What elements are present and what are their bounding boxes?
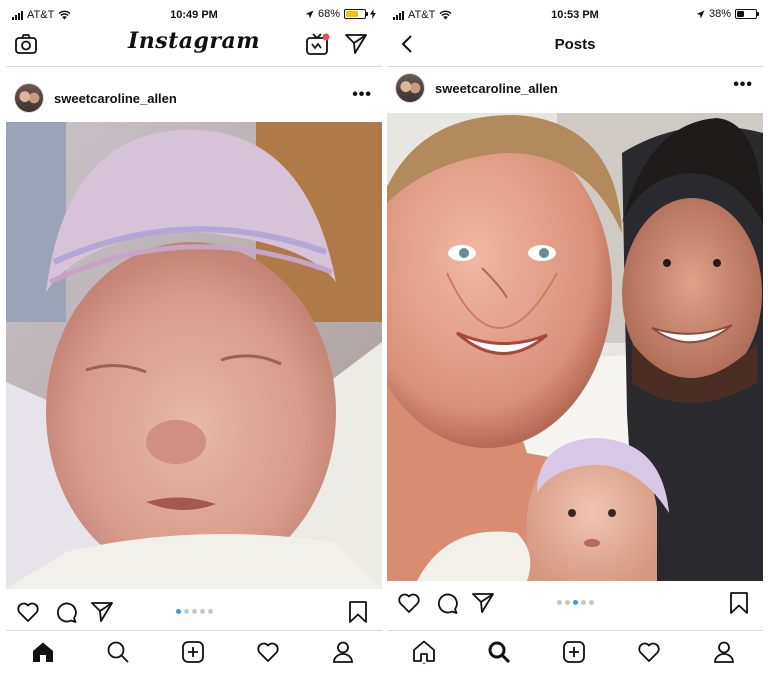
direct-message-icon[interactable]	[344, 32, 368, 56]
carousel-dot	[175, 609, 181, 614]
bookmark-icon[interactable]	[346, 600, 370, 624]
more-options-icon[interactable]: •••	[352, 86, 372, 104]
battery-group: 38%	[696, 8, 759, 20]
charging-bolt-icon	[370, 9, 376, 19]
carousel-dot	[183, 609, 189, 614]
more-options-icon[interactable]: •••	[733, 76, 753, 94]
carousel-dot	[556, 600, 562, 605]
new-post-icon[interactable]	[561, 639, 587, 665]
profile-icon[interactable]	[711, 639, 737, 665]
activity-heart-icon[interactable]	[255, 639, 281, 665]
new-post-icon[interactable]	[180, 639, 206, 665]
carousel-dot	[564, 600, 570, 605]
location-arrow-icon	[305, 10, 314, 18]
page-title: Posts	[554, 36, 596, 53]
post-actions	[387, 586, 763, 620]
search-icon[interactable]	[105, 639, 131, 665]
bottom-tab-bar	[387, 630, 763, 674]
bottom-tab-bar	[6, 630, 382, 674]
avatar[interactable]	[14, 83, 44, 113]
status-bar: AT&T 10:53 PM 38%	[387, 0, 763, 30]
battery-group: 68%	[305, 8, 376, 20]
battery-percent: 68%	[317, 8, 340, 20]
battery-icon	[735, 9, 759, 19]
carousel-dot	[207, 609, 213, 614]
post-username[interactable]: sweetcaroline_allen	[54, 91, 177, 106]
family-selfie-photo-icon	[387, 113, 763, 581]
right-phone-screen: AT&T 10:53 PM 38% Posts sweetcaroline_al…	[387, 0, 763, 678]
igtv-icon[interactable]	[306, 32, 330, 56]
location-arrow-icon	[696, 10, 705, 18]
post-header: sweetcaroline_allen •••	[387, 68, 763, 108]
carousel-dot	[580, 600, 586, 605]
status-bar: AT&T 10:49 PM 68%	[6, 0, 382, 30]
top-navigation: Instagram	[6, 28, 382, 62]
profile-icon[interactable]	[330, 639, 356, 665]
feed-divider	[387, 66, 763, 67]
carousel-dot	[199, 609, 205, 614]
battery-percent: 38%	[708, 8, 731, 20]
battery-icon	[344, 9, 368, 19]
post-username[interactable]: sweetcaroline_allen	[435, 81, 558, 96]
search-icon[interactable]	[486, 639, 512, 665]
left-phone-screen: AT&T 10:49 PM 68% Instagram sweetcarolin…	[6, 0, 382, 678]
top-navigation: Posts	[387, 28, 763, 62]
carousel-dot	[191, 609, 197, 614]
avatar[interactable]	[395, 73, 425, 103]
feed-divider	[6, 66, 382, 67]
home-icon[interactable]	[411, 639, 437, 665]
newborn-sleeping-photo-icon	[6, 122, 382, 589]
post-actions	[6, 595, 382, 629]
carousel-indicator	[387, 600, 763, 605]
home-icon[interactable]	[30, 639, 56, 665]
carousel-indicator	[6, 609, 382, 614]
activity-heart-icon[interactable]	[636, 639, 662, 665]
post-photo[interactable]	[387, 113, 763, 581]
post-photo[interactable]	[6, 122, 382, 589]
carousel-dot	[572, 600, 578, 605]
bookmark-icon[interactable]	[727, 591, 751, 615]
carousel-dot	[588, 600, 594, 605]
post-header: sweetcaroline_allen •••	[6, 78, 382, 118]
